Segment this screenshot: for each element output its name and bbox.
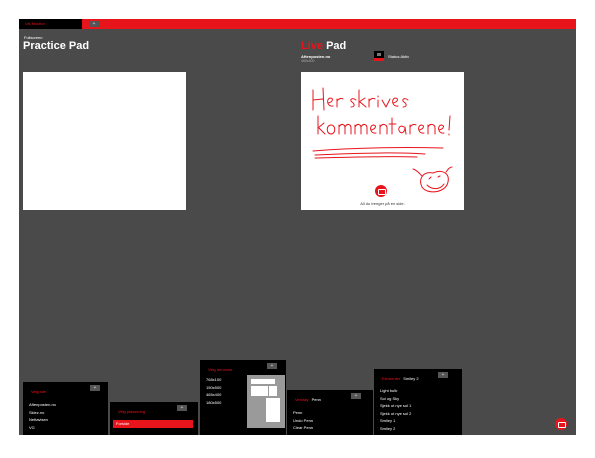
list-item[interactable]: Smiley 2 <box>380 425 411 433</box>
elements-panel-add-button[interactable]: + <box>438 372 448 378</box>
elements-panel-title-accent: Elementer <box>382 376 401 381</box>
list-item[interactable]: Undo Penn <box>293 417 313 425</box>
list-item[interactable]: 465x400 <box>206 391 221 399</box>
site-panel-add-button[interactable]: + <box>90 385 100 391</box>
list-item[interactable]: Light bulb <box>380 387 411 395</box>
app-window: Vis Monitor + Fullscreen Practice Pad Li… <box>19 19 576 435</box>
pen-panel-title-accent: Verktøy <box>295 397 309 402</box>
live-pad-title: Live Pad <box>301 40 346 52</box>
pen-list: Penn Undo Penn Clear Penn <box>293 409 313 432</box>
elements-panel-title-value: Smiley 2 <box>403 376 419 381</box>
pen-panel-add-button[interactable]: + <box>351 393 361 399</box>
list-item[interactable]: 150x500 <box>206 384 221 392</box>
placement-panel-add-button[interactable]: + <box>177 405 187 411</box>
placement-list: Forside <box>113 420 193 428</box>
practice-pad-canvas[interactable] <box>23 72 186 210</box>
camera-icon[interactable] <box>555 418 567 430</box>
format-list: 768x100 150x500 465x400 180x500 <box>206 376 221 406</box>
elements-list: Light bulb Sol og Sky Sjekk ut nye sol 1… <box>380 387 411 432</box>
live-size: 465x400 <box>301 59 315 63</box>
format-panel-title: Velg annonse <box>208 367 233 372</box>
list-item[interactable]: Sjekk ut nye sol 2 <box>380 410 411 418</box>
practice-pad-title: Practice Pad <box>23 40 90 52</box>
placement-panel-title: Velg plassering <box>118 409 146 414</box>
format-panel: Velg annonse + 768x100 150x500 465x400 1… <box>200 360 286 435</box>
list-item[interactable]: Sjekk ut nye sol 1 <box>380 402 411 410</box>
list-item[interactable]: Aftenposten.no <box>29 401 56 409</box>
topbar-add-button[interactable]: + <box>89 21 99 27</box>
monitor-icon <box>374 51 384 61</box>
pen-panel: Verktøy Penn + Penn Undo Penn Clear Penn <box>287 390 373 435</box>
list-item[interactable]: VG <box>29 424 56 432</box>
site-panel: Velg site + Aftenposten.no Skiez.no Nett… <box>23 382 108 435</box>
format-preview <box>247 375 285 428</box>
format-preview-slot <box>266 398 280 422</box>
elements-panel-title: Elementer Smiley 2 <box>382 376 419 381</box>
list-item[interactable]: 180x500 <box>206 399 221 407</box>
list-item[interactable]: Smiley 1 <box>380 417 411 425</box>
elements-panel: Elementer Smiley 2 + Light bulb Sol og Sk… <box>374 369 462 435</box>
list-item[interactable]: Nettavisen <box>29 416 56 424</box>
placement-panel: Velg plassering + Forside <box>110 402 198 435</box>
list-item[interactable]: Sol og Sky <box>380 395 411 403</box>
monitor-tab[interactable]: Vis Monitor <box>19 19 82 29</box>
site-list: Aftenposten.no Skiez.no Nettavisen VG <box>29 401 56 431</box>
camera-icon <box>375 185 387 197</box>
site-panel-title: Velg site <box>31 389 47 394</box>
format-preview-slot <box>269 386 277 396</box>
list-item[interactable]: Penn <box>293 409 313 417</box>
live-title-rest: Pad <box>323 40 347 52</box>
live-title-accent: Live <box>301 40 324 52</box>
format-preview-slot <box>251 386 268 396</box>
top-bar: Vis Monitor + <box>19 19 576 29</box>
list-item[interactable]: Clear Penn <box>293 424 313 432</box>
list-item[interactable]: Skiez.no <box>29 409 56 417</box>
format-preview-slot <box>251 379 275 384</box>
format-panel-add-button[interactable]: + <box>267 363 277 369</box>
live-pad-canvas[interactable]: All du trenger på én side. <box>301 72 464 210</box>
list-item[interactable]: 768x100 <box>206 376 221 384</box>
list-item[interactable]: Forside <box>113 420 193 428</box>
status-label: Status:Aktiv <box>388 54 410 59</box>
live-pad-caption: All du trenger på én side. <box>360 201 405 206</box>
pen-panel-title: Verktøy Penn <box>295 397 321 402</box>
pen-panel-title-value: Penn <box>311 397 321 402</box>
